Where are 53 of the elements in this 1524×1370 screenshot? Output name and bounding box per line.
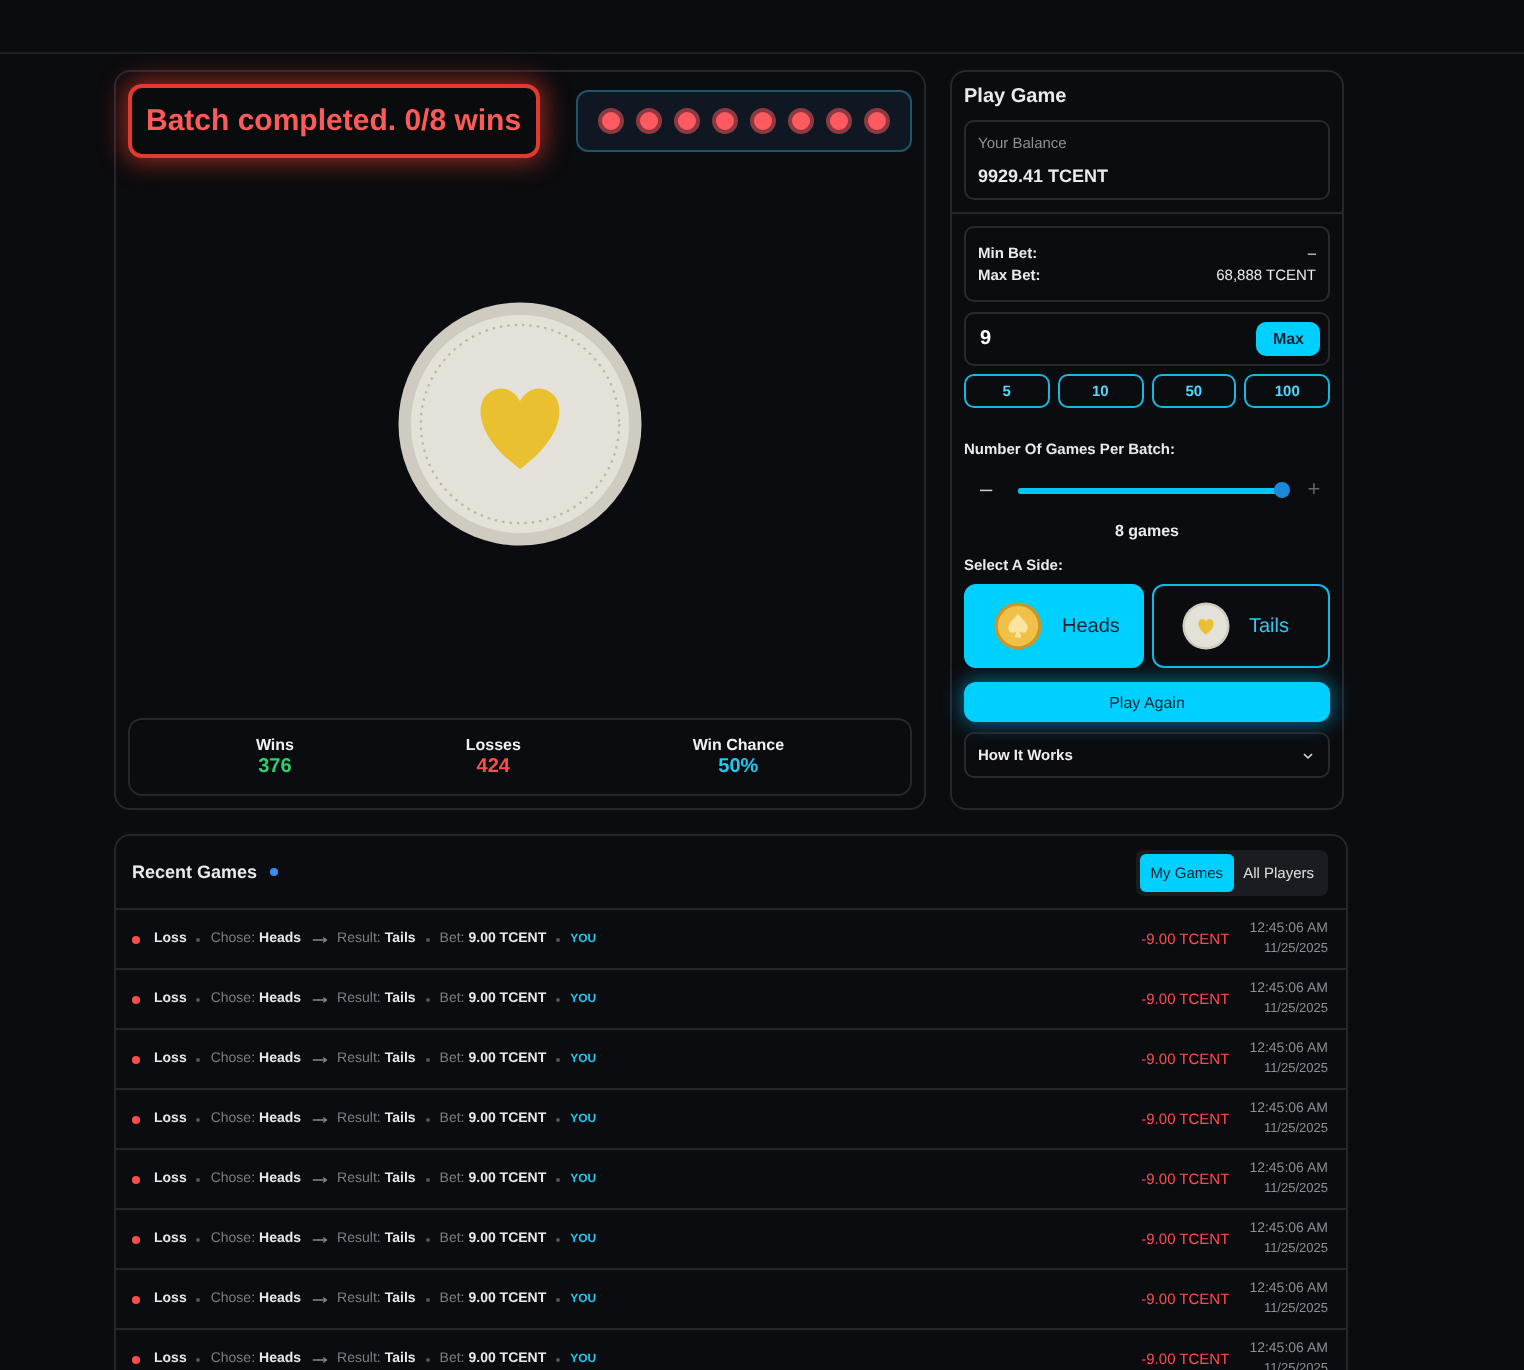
separator-dot-icon (196, 1117, 201, 1121)
stat-value: 376 (258, 756, 292, 778)
slider-thumb[interactable] (1274, 482, 1290, 498)
batch-result-banner: Batch completed. 0/8 wins (128, 84, 540, 158)
stat-label: Losses (465, 736, 521, 754)
stat-label: Wins (255, 736, 294, 754)
separator-dot-icon (196, 937, 201, 941)
separator-dot-icon (556, 1357, 561, 1361)
separator-dot-icon (196, 1297, 201, 1301)
separator-dot-icon (196, 1177, 201, 1181)
separator-dot-icon (556, 1237, 561, 1241)
arrow-right-icon (309, 1111, 330, 1127)
separator-dot-icon (196, 1057, 201, 1061)
separator-dot-icon (425, 997, 430, 1001)
decrease-button[interactable]: – (978, 478, 994, 502)
bet-amount-field[interactable]: 9 Max (964, 312, 1330, 366)
arrow-right-icon (309, 1171, 330, 1187)
stat-label: Win Chance (692, 736, 785, 754)
separator-dot-icon (196, 997, 201, 1001)
arrow-right-icon (309, 1231, 330, 1247)
separator-dot-icon (196, 1357, 201, 1361)
separator-dot-icon (556, 937, 561, 941)
games-count: 8 games (1112, 522, 1182, 540)
separator-dot-icon (556, 1117, 561, 1121)
arrow-right-icon (309, 1291, 330, 1307)
separator-dot-icon (196, 1237, 201, 1241)
separator-dot-icon (556, 1177, 561, 1181)
separator-dot-icon (556, 997, 561, 1001)
coin-icon (1181, 602, 1229, 650)
arrow-right-icon (309, 931, 330, 947)
separator-dot-icon (425, 1177, 430, 1181)
side-option[interactable]: Tails (1151, 584, 1330, 668)
section-title: Recent Games (132, 862, 258, 882)
separator-dot-icon (425, 1297, 430, 1301)
stat-value: 50% (718, 756, 759, 778)
separator-dot-icon (425, 937, 430, 941)
arrow-right-icon (309, 991, 330, 1007)
panel-title: Play Game (964, 86, 1069, 108)
separator-dot-icon (425, 1357, 430, 1361)
arrow-right-icon (309, 1351, 330, 1367)
separator-dot-icon (425, 1237, 430, 1241)
stat-value: 424 (476, 756, 510, 778)
separator-dot-icon (556, 1297, 561, 1301)
play-again-button[interactable]: Play Again (964, 682, 1330, 722)
side-option[interactable]: Heads (964, 584, 1143, 668)
balance-value: 9929.41 TCENT (978, 166, 1111, 186)
max-button[interactable]: Max (1256, 322, 1320, 356)
arrow-right-icon (309, 1051, 330, 1067)
separator-dot-icon (425, 1117, 430, 1121)
separator-dot-icon (425, 1057, 430, 1061)
separator-dot-icon (556, 1057, 561, 1061)
status-dot-icon (269, 868, 278, 876)
coin-icon (994, 602, 1042, 650)
